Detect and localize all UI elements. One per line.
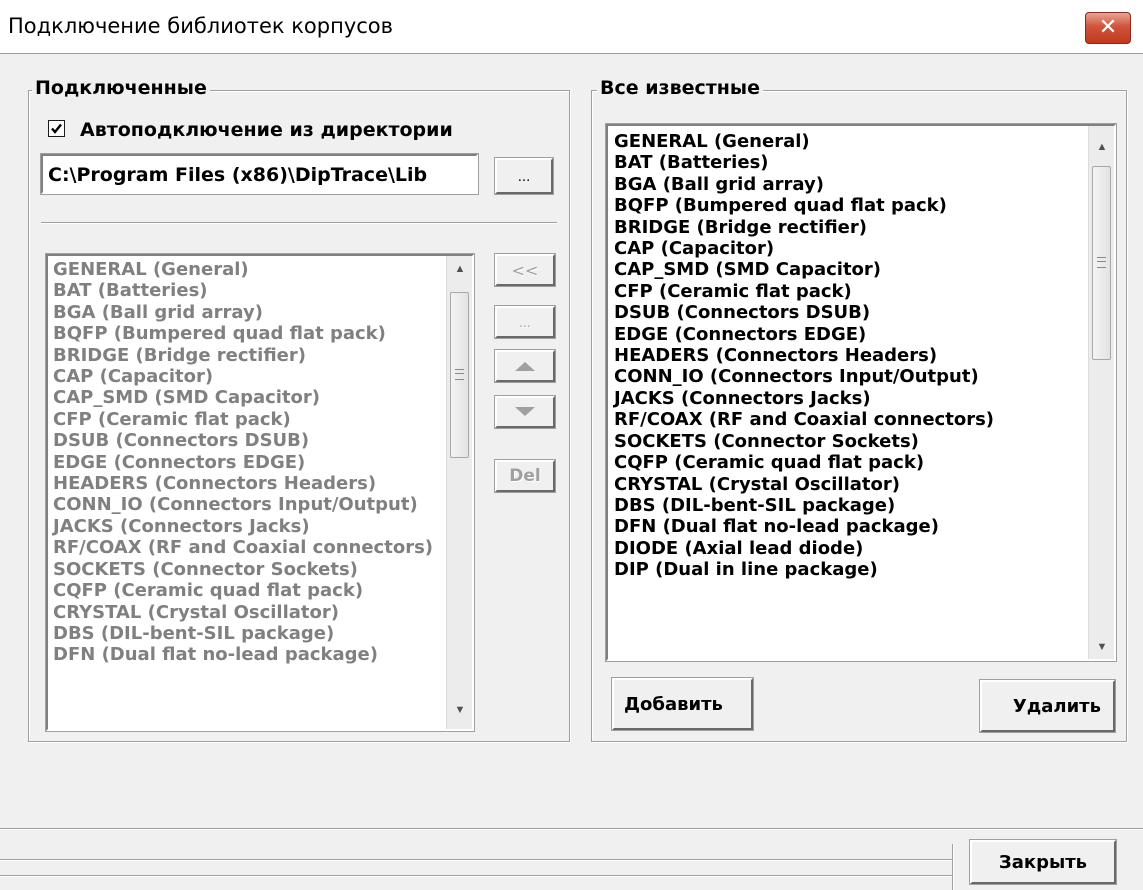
library-list-item[interactable]: CFP (Ceramic flat pack): [614, 281, 994, 302]
grip-icon: [1097, 257, 1106, 268]
known-list-scrollbar[interactable]: ▲ ▼: [1088, 126, 1114, 659]
browse-directory-button[interactable]: ...: [494, 157, 554, 195]
library-list-item[interactable]: RF/COAX (RF and Coaxial connectors): [53, 537, 433, 558]
library-path-input[interactable]: C:\Program Files (x86)\DipTrace\Lib: [40, 153, 479, 195]
library-list-item[interactable]: EDGE (Connectors EDGE): [614, 324, 994, 345]
footer-line-2: [0, 875, 952, 877]
dots-label: ...: [519, 314, 531, 330]
arrow-up-icon: [515, 362, 535, 371]
library-list-item[interactable]: CQFP (Ceramic quad flat pack): [53, 580, 433, 601]
known-legend: Все известные: [597, 77, 763, 99]
connected-list-scrollbar[interactable]: ▲ ▼: [446, 256, 472, 729]
remove-button-label: Удалить: [1012, 695, 1101, 717]
library-list-item[interactable]: DIODE (Axial lead diode): [614, 538, 994, 559]
auto-connect-checkbox[interactable]: [48, 120, 65, 137]
close-button[interactable]: Закрыть: [969, 839, 1117, 885]
library-list-item[interactable]: DSUB (Connectors DSUB): [614, 302, 994, 323]
library-list-item[interactable]: CAP_SMD (SMD Capacitor): [614, 259, 994, 280]
scroll-down-icon[interactable]: ▼: [1089, 641, 1114, 653]
move-left-label: <<: [511, 260, 539, 280]
library-list-item[interactable]: CONN_IO (Connectors Input/Output): [53, 494, 433, 515]
connected-library-list[interactable]: GENERAL (General) BAT (Batteries) BGA (Bal…: [45, 253, 475, 732]
dots-button[interactable]: ...: [494, 305, 556, 339]
library-list-item[interactable]: EDGE (Connectors EDGE): [53, 452, 433, 473]
library-list-item[interactable]: JACKS (Connectors Jacks): [614, 388, 994, 409]
scrollbar-thumb[interactable]: [450, 292, 469, 458]
scroll-up-icon[interactable]: ▲: [1089, 141, 1114, 153]
checkmark-icon: [51, 123, 62, 134]
section-divider: [41, 222, 557, 224]
library-list-item[interactable]: DIP (Dual in line package): [614, 559, 994, 580]
library-list-item[interactable]: JACKS (Connectors Jacks): [53, 516, 433, 537]
library-list-item[interactable]: HEADERS (Connectors Headers): [614, 345, 994, 366]
footer-divider-vertical: [952, 844, 954, 890]
connected-items-container: GENERAL (General) BAT (Batteries) BGA (Bal…: [53, 259, 433, 666]
add-button-label: Добавить: [624, 693, 723, 715]
close-window-button[interactable]: ✕: [1085, 12, 1131, 44]
library-list-item[interactable]: BQFP (Bumpered quad flat pack): [614, 195, 994, 216]
footer-line-1: [0, 859, 952, 861]
library-list-item[interactable]: DSUB (Connectors DSUB): [53, 430, 433, 451]
scroll-down-icon[interactable]: ▼: [447, 704, 472, 716]
grip-icon: [455, 369, 464, 380]
library-list-item[interactable]: BAT (Batteries): [53, 280, 433, 301]
library-list-item[interactable]: BRIDGE (Bridge rectifier): [53, 345, 433, 366]
library-list-item[interactable]: CAP (Capacitor): [614, 238, 994, 259]
library-list-item[interactable]: BGA (Ball grid array): [614, 174, 994, 195]
library-list-item[interactable]: BAT (Batteries): [614, 152, 994, 173]
library-list-item[interactable]: DFN (Dual flat no-lead package): [614, 516, 994, 537]
library-list-item[interactable]: DFN (Dual flat no-lead package): [53, 644, 433, 665]
browse-button-label: ...: [517, 167, 531, 185]
library-list-item[interactable]: CAP_SMD (SMD Capacitor): [53, 387, 433, 408]
remove-button[interactable]: Удалить: [979, 679, 1116, 733]
title-separator: [0, 53, 1143, 54]
library-list-item[interactable]: SOCKETS (Connector Sockets): [53, 559, 433, 580]
library-list-item[interactable]: CQFP (Ceramic quad flat pack): [614, 452, 994, 473]
library-list-item[interactable]: CONN_IO (Connectors Input/Output): [614, 366, 994, 387]
auto-connect-label[interactable]: Автоподключение из директории: [80, 118, 453, 142]
delete-button[interactable]: Del: [494, 459, 556, 493]
library-list-item[interactable]: CRYSTAL (Crystal Oscillator): [614, 474, 994, 495]
library-list-item[interactable]: RF/COAX (RF and Coaxial connectors): [614, 409, 994, 430]
move-down-button[interactable]: [494, 395, 556, 429]
library-list-item[interactable]: BGA (Ball grid array): [53, 302, 433, 323]
library-list-item[interactable]: HEADERS (Connectors Headers): [53, 473, 433, 494]
library-list-item[interactable]: BRIDGE (Bridge rectifier): [614, 217, 994, 238]
library-list-item[interactable]: GENERAL (General): [53, 259, 433, 280]
known-items-container: GENERAL (General) BAT (Batteries) BGA (Bal…: [614, 131, 994, 581]
library-list-item[interactable]: GENERAL (General): [614, 131, 994, 152]
delete-label: Del: [509, 466, 541, 486]
library-list-item[interactable]: CRYSTAL (Crystal Oscillator): [53, 602, 433, 623]
move-left-button[interactable]: <<: [494, 253, 556, 287]
known-library-list[interactable]: GENERAL (General) BAT (Batteries) BGA (Bal…: [605, 123, 1117, 662]
close-icon: ✕: [1098, 15, 1118, 40]
library-list-item[interactable]: SOCKETS (Connector Sockets): [614, 431, 994, 452]
library-list-item[interactable]: BQFP (Bumpered quad flat pack): [53, 323, 433, 344]
library-list-item[interactable]: CAP (Capacitor): [53, 366, 433, 387]
connected-legend: Подключенные: [32, 77, 210, 99]
move-up-button[interactable]: [494, 349, 556, 383]
library-list-item[interactable]: DBS (DIL-bent-SIL package): [614, 495, 994, 516]
add-button[interactable]: Добавить: [611, 677, 754, 731]
library-list-item[interactable]: DBS (DIL-bent-SIL package): [53, 623, 433, 644]
library-list-item[interactable]: CFP (Ceramic flat pack): [53, 409, 433, 430]
window-title: Подключение библиотек корпусов: [8, 14, 394, 38]
scrollbar-thumb[interactable]: [1092, 166, 1111, 360]
close-button-label: Закрыть: [998, 851, 1088, 873]
library-path-value: C:\Program Files (x86)\DipTrace\Lib: [48, 164, 428, 186]
footer-top-divider: [0, 828, 1143, 830]
scroll-up-icon[interactable]: ▲: [447, 263, 472, 275]
arrow-down-icon: [515, 407, 535, 416]
